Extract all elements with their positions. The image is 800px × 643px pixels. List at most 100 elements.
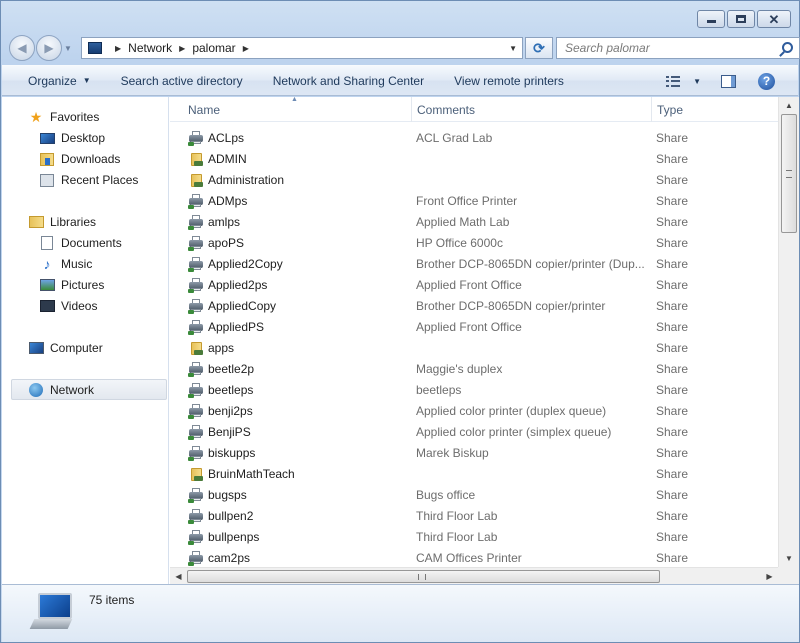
horizontal-scroll-thumb[interactable] [187,570,660,583]
nav-item-music[interactable]: ♪ Music [39,255,93,273]
file-comment: Applied Front Office [416,278,522,292]
file-row[interactable]: beetle2p Maggie's duplex Share [170,359,778,380]
file-type: Share [656,404,689,418]
minimize-icon [706,20,716,23]
scroll-right-icon[interactable]: ▶ [761,568,778,585]
file-comment: Third Floor Lab [416,530,498,544]
file-comment: Marek Biskup [416,446,489,460]
column-header-type[interactable]: Type [657,103,683,117]
preview-pane-icon[interactable] [721,74,736,88]
star-icon: ★ [29,108,43,125]
nav-item-computer[interactable]: Computer [28,339,103,357]
view-options-chevron-icon[interactable]: ▼ [693,77,701,86]
file-name: bullpen2 [208,509,254,523]
nav-item-desktop[interactable]: Desktop [39,129,105,147]
file-row[interactable]: apps Share [170,338,778,359]
close-button[interactable]: ✕ [757,10,791,28]
column-header-row: ▲ Name Comments Type [170,97,778,122]
file-name: AppliedPS [208,320,265,334]
breadcrumb-palomar[interactable]: palomar [192,41,235,55]
address-bar[interactable]: ▶ Network ▶ palomar ▶ ▼ [81,37,523,59]
nav-label: Libraries [50,215,97,229]
back-button[interactable]: ◀ [9,35,35,61]
nav-item-pictures[interactable]: Pictures [39,276,104,294]
change-view-icon[interactable] [666,75,681,87]
file-row[interactable]: BruinMathTeach Share [170,464,778,485]
videos-icon [39,298,55,314]
file-row[interactable]: bullpenps Third Floor Lab Share [170,527,778,548]
organize-label: Organize [28,73,77,88]
address-dropdown-icon[interactable]: ▼ [509,44,517,53]
file-type: Share [656,467,689,481]
breadcrumb-separator-icon[interactable]: ▶ [243,44,249,53]
file-row[interactable]: beetleps beetleps Share [170,380,778,401]
vertical-scroll-thumb[interactable] [781,114,797,233]
file-row[interactable]: Applied2ps Applied Front Office Share [170,275,778,296]
file-row[interactable]: bugsps Bugs office Share [170,485,778,506]
nav-item-favorites[interactable]: ★ Favorites [28,108,100,126]
help-icon[interactable]: ? [758,72,775,90]
view-remote-printers-button[interactable]: View remote printers [454,74,564,88]
breadcrumb-network[interactable]: Network [128,41,172,55]
file-row[interactable]: ACLps ACL Grad Lab Share [170,128,778,149]
shared-printer-icon [188,382,204,398]
computer-monitor-icon [29,593,74,633]
breadcrumb-separator-icon[interactable]: ▶ [115,44,121,53]
search-active-directory-button[interactable]: Search active directory [121,74,243,88]
scroll-down-icon[interactable]: ▼ [779,550,799,567]
scroll-up-icon[interactable]: ▲ [779,97,799,114]
column-header-comments[interactable]: Comments [417,103,475,117]
file-row[interactable]: AppliedPS Applied Front Office Share [170,317,778,338]
column-header-name[interactable]: Name [188,103,220,117]
nav-item-network[interactable]: Network [28,381,94,399]
nav-item-libraries[interactable]: Libraries [28,213,96,231]
nav-label: Pictures [61,278,105,292]
nav-item-recent-places[interactable]: Recent Places [39,171,138,189]
file-row[interactable]: ADMps Front Office Printer Share [170,191,778,212]
shared-folder-icon [188,340,204,356]
nav-item-videos[interactable]: Videos [39,297,97,315]
search-box[interactable] [556,37,800,59]
back-arrow-icon: ◀ [17,41,27,55]
file-row[interactable]: apoPS HP Office 6000c Share [170,233,778,254]
file-row[interactable]: biskupps Marek Biskup Share [170,443,778,464]
file-row[interactable]: ADMIN Share [170,149,778,170]
refresh-button[interactable]: ⟳ [525,37,553,59]
minimize-button[interactable] [697,10,725,28]
shared-printer-icon [188,550,204,566]
content-area: ★ Favorites Desktop Downloads Recent Pla… [2,97,799,584]
breadcrumb-separator-icon[interactable]: ▶ [179,44,185,53]
file-row[interactable]: Administration Share [170,170,778,191]
nav-item-documents[interactable]: Documents [39,234,122,252]
file-name: BenjiPS [208,425,251,439]
column-divider[interactable] [651,97,652,122]
file-type: Share [656,530,689,544]
file-type: Share [656,341,689,355]
nav-item-downloads[interactable]: Downloads [39,150,120,168]
file-row[interactable]: bullpen2 Third Floor Lab Share [170,506,778,527]
file-row[interactable]: BenjiPS Applied color printer (simplex qu… [170,422,778,443]
forward-button[interactable]: ▶ [36,35,62,61]
file-name: beetleps [208,383,254,397]
file-row[interactable]: cam2ps CAM Offices Printer Share [170,548,778,567]
scroll-left-icon[interactable]: ◀ [170,568,187,585]
network-sharing-center-button[interactable]: Network and Sharing Center [273,74,424,88]
file-type: Share [656,509,689,523]
organize-button[interactable]: Organize ▼ [28,74,91,88]
vertical-scrollbar[interactable]: ▲ ▼ [778,97,799,567]
recent-pages-dropdown[interactable]: ▼ [64,44,74,53]
desktop-icon [39,130,55,146]
file-row[interactable]: Applied2Copy Brother DCP-8065DN copier/pr… [170,254,778,275]
file-row[interactable]: AppliedCopy Brother DCP-8065DN copier/pri… [170,296,778,317]
search-icon[interactable] [782,42,793,53]
file-comment: Front Office Printer [416,194,518,208]
music-note-icon: ♪ [43,256,51,272]
nav-label: Recent Places [61,173,139,187]
maximize-button[interactable] [727,10,755,28]
column-divider[interactable] [411,97,412,122]
horizontal-scrollbar[interactable]: ◀ ▶ [170,567,778,584]
search-input[interactable] [565,41,765,55]
file-type: Share [656,551,689,565]
file-row[interactable]: amlps Applied Math Lab Share [170,212,778,233]
file-row[interactable]: benji2ps Applied color printer (duplex qu… [170,401,778,422]
